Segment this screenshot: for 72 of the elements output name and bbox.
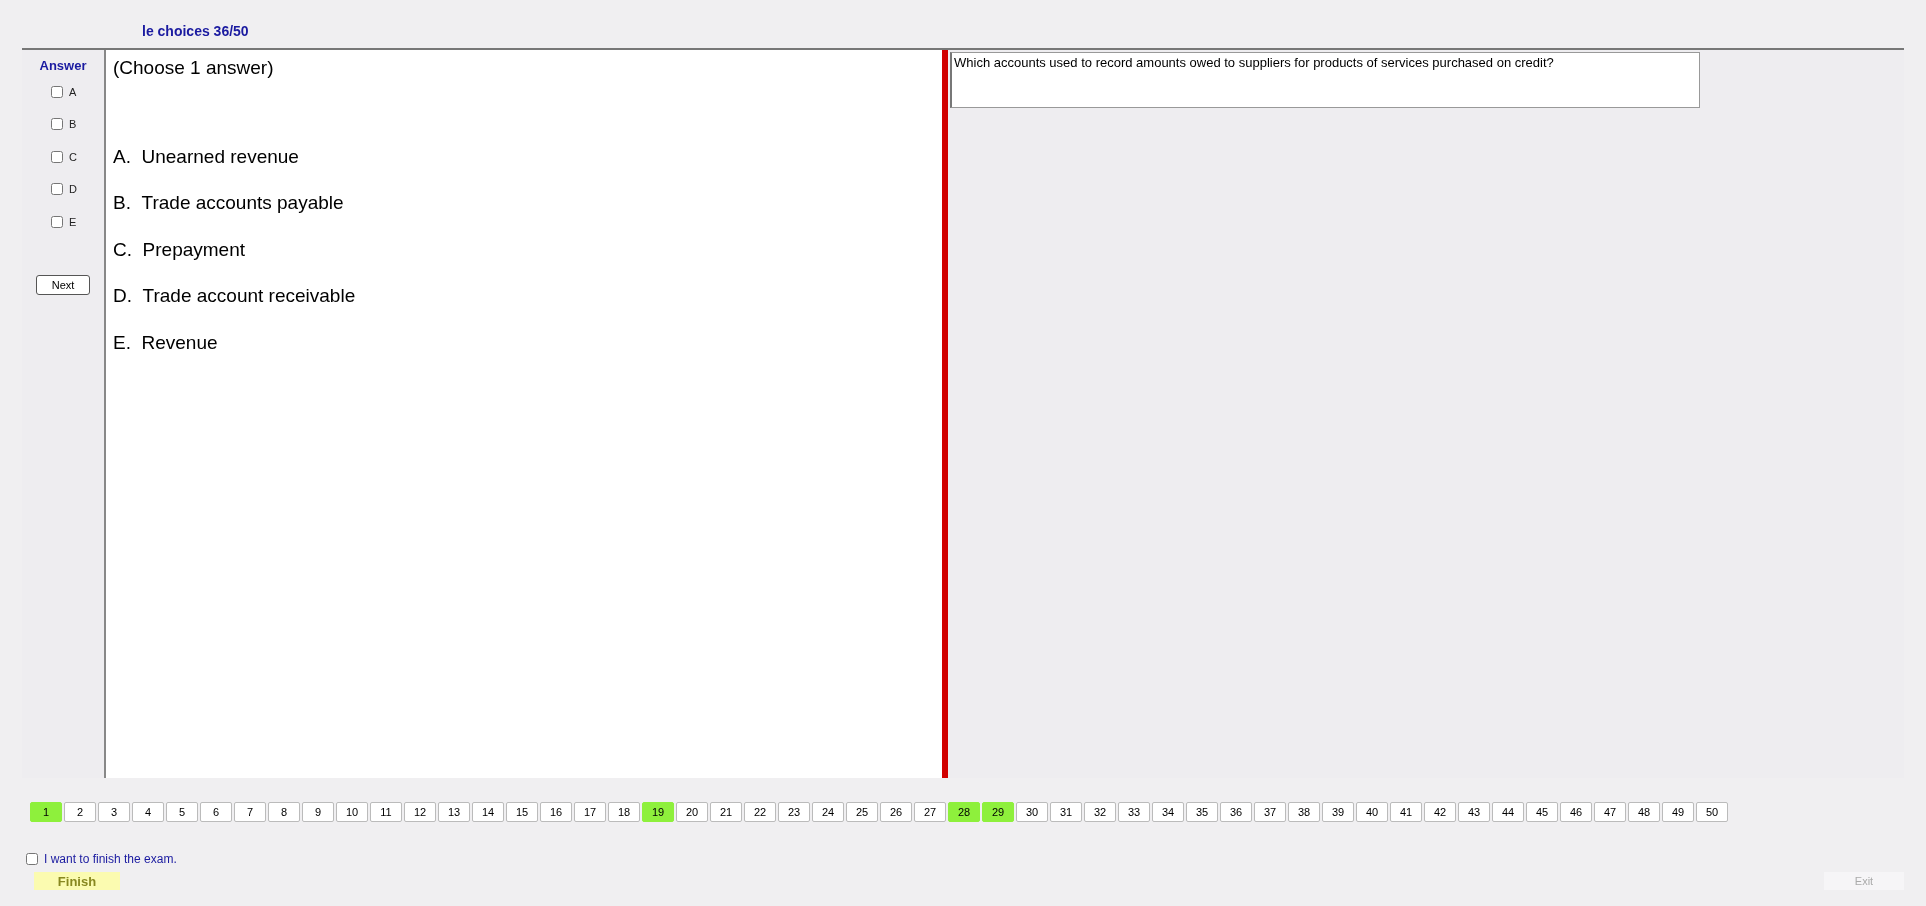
- answer-checkbox[interactable]: [51, 183, 63, 196]
- question-number-button[interactable]: 21: [710, 802, 742, 822]
- question-number-button[interactable]: 39: [1322, 802, 1354, 822]
- question-number-button[interactable]: 12: [404, 802, 436, 822]
- question-number-button[interactable]: 38: [1288, 802, 1320, 822]
- answer-checkbox[interactable]: [51, 215, 63, 228]
- question-number-button[interactable]: 24: [812, 802, 844, 822]
- question-number-button[interactable]: 20: [676, 802, 708, 822]
- finish-confirm-label: I want to finish the exam.: [44, 851, 177, 868]
- answer-checkbox[interactable]: [51, 150, 63, 163]
- question-number-button[interactable]: 9: [302, 802, 334, 822]
- answer-checkbox[interactable]: [51, 85, 63, 98]
- question-number-button[interactable]: 28: [948, 802, 980, 822]
- question-number-button[interactable]: 37: [1254, 802, 1286, 822]
- question-number-button[interactable]: 10: [336, 802, 368, 822]
- question-number-button[interactable]: 1: [30, 802, 62, 822]
- question-number-button[interactable]: 23: [778, 802, 810, 822]
- question-number-button[interactable]: 11: [370, 802, 402, 822]
- question-number-button[interactable]: 48: [1628, 802, 1660, 822]
- option-letter: E: [69, 214, 77, 230]
- question-number-button[interactable]: 46: [1560, 802, 1592, 822]
- option-letter: A: [69, 84, 77, 100]
- next-button[interactable]: Next: [36, 275, 90, 295]
- question-number-button[interactable]: 45: [1526, 802, 1558, 822]
- question-number-button[interactable]: 7: [234, 802, 266, 822]
- question-number-button[interactable]: 35: [1186, 802, 1218, 822]
- question-number-button[interactable]: 40: [1356, 802, 1388, 822]
- question-number-button[interactable]: 41: [1390, 802, 1422, 822]
- question-number-button[interactable]: 8: [268, 802, 300, 822]
- question-number-button[interactable]: 44: [1492, 802, 1524, 822]
- question-number-button[interactable]: 14: [472, 802, 504, 822]
- question-number-button[interactable]: 26: [880, 802, 912, 822]
- instruction-text: (Choose 1 answer): [113, 56, 275, 80]
- answer-heading: Answer: [39, 57, 87, 75]
- question-number-button[interactable]: 50: [1696, 802, 1728, 822]
- choice-text: B. Trade accounts payable: [113, 191, 345, 215]
- question-box: Which accounts used to record amounts owed to suppliers for products of services purchased on credit?: [950, 52, 1700, 108]
- question-number-button[interactable]: 6: [200, 802, 232, 822]
- option-letter: C: [69, 149, 77, 165]
- finish-checkbox[interactable]: [26, 853, 38, 865]
- question-number-button[interactable]: 15: [506, 802, 538, 822]
- question-number-button[interactable]: 47: [1594, 802, 1626, 822]
- choice-text: D. Trade account receivable: [113, 284, 357, 308]
- question-number-button[interactable]: 32: [1084, 802, 1116, 822]
- question-number-button[interactable]: 17: [574, 802, 606, 822]
- question-number-button[interactable]: 43: [1458, 802, 1490, 822]
- question-number-button[interactable]: 42: [1424, 802, 1456, 822]
- question-number-button[interactable]: 36: [1220, 802, 1252, 822]
- question-number-button[interactable]: 22: [744, 802, 776, 822]
- question-number-button[interactable]: 5: [166, 802, 198, 822]
- header-title: le choices 36/50: [142, 22, 249, 41]
- question-number-button[interactable]: 34: [1152, 802, 1184, 822]
- choice-text: A. Unearned revenue: [113, 144, 300, 169]
- question-number-button[interactable]: 33: [1118, 802, 1150, 822]
- question-number-button[interactable]: 16: [540, 802, 572, 822]
- option-letter: D: [69, 182, 77, 197]
- question-number-button[interactable]: 31: [1050, 802, 1082, 822]
- question-number-button[interactable]: 13: [438, 802, 470, 822]
- question-number-button[interactable]: 18: [608, 802, 640, 822]
- choice-text: C. Prepayment: [113, 237, 246, 262]
- question-number-button[interactable]: 30: [1016, 802, 1048, 822]
- question-number-button[interactable]: 2: [64, 802, 96, 822]
- answer-checkbox[interactable]: [51, 118, 63, 131]
- question-number-button[interactable]: 19: [642, 802, 674, 822]
- choice-text: E. Revenue: [113, 330, 219, 355]
- question-number-button[interactable]: 25: [846, 802, 878, 822]
- question-number-button[interactable]: 49: [1662, 802, 1694, 822]
- option-letter: B: [69, 117, 77, 132]
- question-number-button[interactable]: 27: [914, 802, 946, 822]
- question-number-button[interactable]: 29: [982, 802, 1014, 822]
- question-number-button[interactable]: 3: [98, 802, 130, 822]
- question-number-button[interactable]: 4: [132, 802, 164, 822]
